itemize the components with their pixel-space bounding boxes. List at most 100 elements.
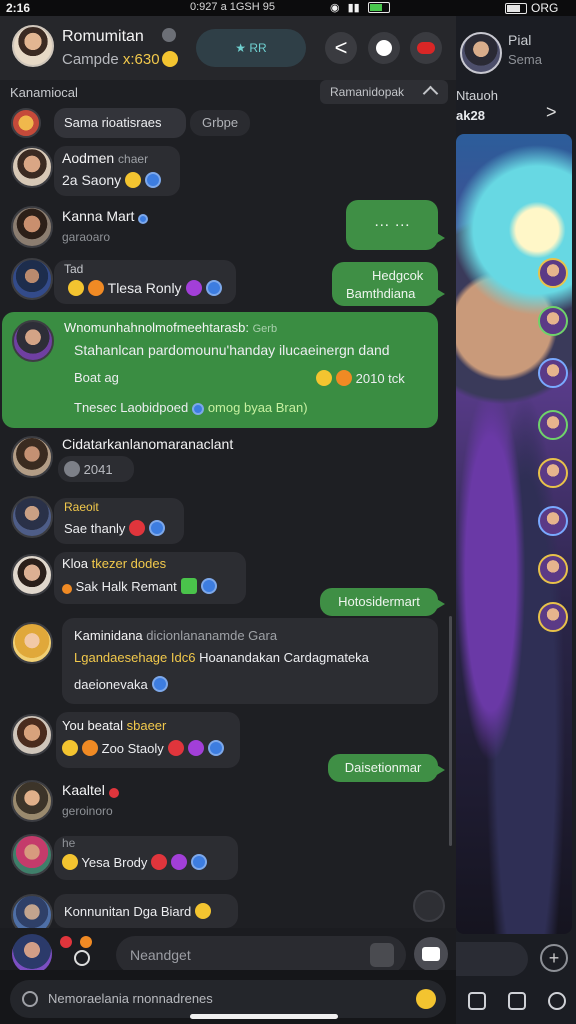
record-icon <box>417 42 435 54</box>
avatar[interactable] <box>11 554 53 596</box>
avatar[interactable] <box>11 496 53 538</box>
avatar[interactable] <box>11 894 53 928</box>
avatar[interactable] <box>11 146 53 188</box>
gift-icon[interactable] <box>508 992 526 1010</box>
sender-name: Tad <box>64 262 84 276</box>
side-subtitle: Sema <box>508 52 542 67</box>
message-bubble[interactable]: Kloa tkezer dodes Sak Halk Remant <box>54 552 246 604</box>
filter-dropdown[interactable]: Ramanidopak <box>320 80 448 104</box>
member-avatar[interactable] <box>538 602 568 632</box>
message-bubble[interactable]: You beatal sbaeer Zoo Staoly <box>56 712 240 768</box>
verified-icon <box>145 172 162 188</box>
verified-icon <box>149 520 166 536</box>
member-avatar[interactable] <box>538 358 568 388</box>
hand-emoji-icon <box>88 280 104 296</box>
status-field[interactable]: Nemoraelania rnonnadrenes <box>10 980 446 1018</box>
clock-icon <box>64 461 80 477</box>
chevron-left-icon: < <box>334 35 348 60</box>
avatar[interactable] <box>12 320 54 362</box>
chip[interactable]: Grbpe <box>190 110 250 136</box>
avatar[interactable] <box>11 780 53 822</box>
message-row: he Yesa Brody <box>0 832 456 892</box>
game-artwork[interactable] <box>456 134 572 934</box>
scrollbar[interactable] <box>449 616 452 846</box>
status-pill[interactable]: ★ RR <box>196 29 306 67</box>
avatar[interactable] <box>11 834 53 876</box>
message-row: Kaaltel geroinoro <box>0 780 456 830</box>
chat-subheader: Kanamiocal Ramanidopak <box>0 80 456 106</box>
member-avatar[interactable] <box>538 506 568 536</box>
message-row: Kaminidana dicionlananamde Gara Lgandaes… <box>0 618 456 708</box>
heart-emoji-icon <box>60 936 72 948</box>
confirm-icon[interactable] <box>416 989 436 1009</box>
outgoing-message[interactable]: … … <box>346 200 445 250</box>
sender-name: Kanna Mart <box>62 208 149 224</box>
settings-icon[interactable] <box>548 992 566 1010</box>
highlighted-message[interactable]: Wnomunhahnolmofmeehtarasb: Gerb Stahanlc… <box>2 312 438 428</box>
message-row: Sama rioatisraes Grbpe <box>0 108 456 140</box>
message-text: Stahanlcan pardomounu'handay ilucaeinerg… <box>74 342 390 358</box>
message-bubble[interactable]: Aodmen chaer 2a Saony <box>54 146 180 196</box>
attach-icon[interactable] <box>370 943 394 967</box>
message-meta-left: Boat ag <box>74 370 119 385</box>
header-avatar[interactable] <box>12 25 54 67</box>
add-button[interactable]: + <box>540 944 568 972</box>
avatar[interactable] <box>11 436 53 478</box>
message-text: Sak Halk Remant <box>62 578 217 594</box>
member-avatar[interactable] <box>538 410 568 440</box>
message-bubble[interactable]: Kaminidana dicionlananamde Gara Lgandaes… <box>62 618 438 704</box>
scroll-down-button[interactable] <box>413 890 445 922</box>
camera-button[interactable] <box>414 937 448 971</box>
side-toolbar <box>468 992 566 1010</box>
outgoing-message[interactable]: Daisetionmar <box>328 754 445 782</box>
edit-icon <box>22 991 38 1007</box>
message-bubble[interactable]: 2041 <box>58 456 134 482</box>
status-carrier: ORG <box>505 1 558 15</box>
status-bar: 2:16 0:927 a 1GSH 95 ◉ ▮▮ ORG <box>0 0 576 16</box>
sticker-icon <box>74 950 90 966</box>
status-field-text: Nemoraelania rnonnadrenes <box>48 991 213 1006</box>
verified-icon <box>200 578 217 594</box>
member-avatar[interactable] <box>538 458 568 488</box>
member-avatar[interactable] <box>538 258 568 288</box>
outgoing-message[interactable]: Hedgcok Bamthdiana <box>332 262 445 306</box>
avatar[interactable] <box>11 206 53 248</box>
profile-button[interactable] <box>368 32 400 64</box>
message-bubble[interactable]: Raeoit Sae thanly <box>54 498 184 544</box>
avatar[interactable] <box>11 108 41 138</box>
camera-icon <box>422 947 440 961</box>
signal-icon: ▮▮ <box>347 2 360 14</box>
message-bubble[interactable]: he Yesa Brody <box>54 836 238 880</box>
member-avatar[interactable] <box>538 554 568 584</box>
message-bubble[interactable]: Sama rioatisraes <box>54 108 186 138</box>
member-avatar[interactable] <box>538 306 568 336</box>
message-bubble[interactable]: Konnunitan Dga Biard <box>54 894 238 928</box>
message-bubble[interactable]: Tad Tlesa Ronly <box>54 260 236 304</box>
self-avatar[interactable] <box>12 934 52 974</box>
message-text: Yesa Brody <box>62 854 208 870</box>
message-input-placeholder: Neandget <box>130 947 191 963</box>
record-button[interactable] <box>410 32 442 64</box>
avatar[interactable] <box>11 258 53 300</box>
side-input[interactable] <box>456 942 528 976</box>
side-heading-bold: ak28 <box>456 108 485 123</box>
chip-label: Grbpe <box>202 115 239 130</box>
back-button[interactable]: < <box>325 32 357 64</box>
chevron-right-icon[interactable]: > <box>546 102 557 123</box>
emoji-icon <box>316 370 332 386</box>
avatar[interactable] <box>11 622 53 664</box>
avatar[interactable] <box>11 714 53 756</box>
user-icon <box>376 40 392 56</box>
chat-title[interactable]: Romumitan <box>62 28 144 46</box>
gesture-icon[interactable] <box>468 992 486 1010</box>
message-input[interactable]: Neandget <box>116 936 406 974</box>
message-text: 2a Saony <box>62 172 162 188</box>
emoji-button[interactable] <box>60 936 104 970</box>
heart-emoji-icon <box>167 740 184 756</box>
side-avatar[interactable] <box>460 32 502 74</box>
sender-name: You beatal sbaeer <box>62 718 167 733</box>
message-text: Sama rioatisraes <box>64 115 162 130</box>
outgoing-message[interactable]: Hotosidermart <box>320 588 445 616</box>
sender-name: Kaaltel <box>62 782 119 798</box>
home-indicator[interactable] <box>190 1014 338 1019</box>
